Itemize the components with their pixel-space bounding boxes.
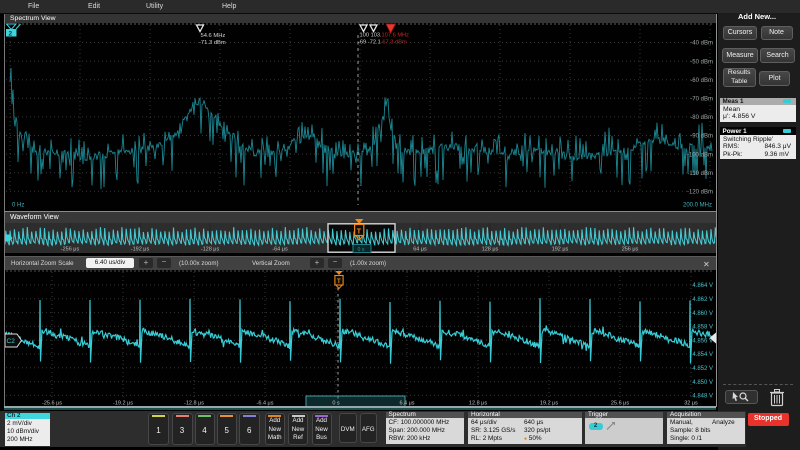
svg-text:0 Hz: 0 Hz <box>12 203 24 209</box>
svg-text:100 103.: 100 103. <box>360 33 383 39</box>
svg-text:-110 dBm: -110 dBm <box>687 171 713 177</box>
svg-text:-90 dBm: -90 dBm <box>690 134 713 140</box>
svg-text:-192 μs: -192 μs <box>131 246 150 252</box>
svg-text:C2: C2 <box>7 338 16 345</box>
svg-text:-40 dBm: -40 dBm <box>690 41 713 47</box>
svg-text:-67.3 dBm: -67.3 dBm <box>381 40 408 46</box>
svg-text:192 μs: 192 μs <box>552 246 569 252</box>
svg-text:4.852 V: 4.852 V <box>692 366 713 372</box>
svg-text:2: 2 <box>9 30 13 37</box>
svg-text:200.0 MHz: 200.0 MHz <box>683 203 712 209</box>
svg-text:-60 dBm: -60 dBm <box>690 78 713 84</box>
svg-text:-50 dBm: -50 dBm <box>690 59 713 65</box>
svg-text:T: T <box>357 228 362 235</box>
svg-text:-100 dBm: -100 dBm <box>687 152 713 158</box>
svg-text:107.6 MHz: 107.6 MHz <box>382 33 410 39</box>
svg-text:256 μs: 256 μs <box>622 246 639 252</box>
svg-text:4.862 V: 4.862 V <box>692 297 713 303</box>
svg-text:4.850 V: 4.850 V <box>692 380 713 386</box>
svg-text:-71.3 dBm: -71.3 dBm <box>199 40 226 46</box>
svg-text:-69 -72.1: -69 -72.1 <box>358 40 381 46</box>
svg-text:T: T <box>337 279 341 285</box>
svg-text:4.848 V: 4.848 V <box>692 394 713 400</box>
svg-text:0 s: 0 s <box>358 247 365 253</box>
svg-text:64 μs: 64 μs <box>413 246 427 252</box>
svg-text:-128 μs: -128 μs <box>201 246 220 252</box>
svg-text:4.854 V: 4.854 V <box>692 352 713 358</box>
svg-text:4.856 V: 4.856 V <box>692 338 713 344</box>
svg-text:-120 dBm: -120 dBm <box>687 190 713 196</box>
svg-text:128 μs: 128 μs <box>482 246 499 252</box>
svg-text:4.858 V: 4.858 V <box>692 325 713 331</box>
svg-text:-64 μs: -64 μs <box>272 246 288 252</box>
svg-text:54.6 MHz: 54.6 MHz <box>201 33 226 39</box>
svg-text:4.860 V: 4.860 V <box>692 311 713 317</box>
svg-text:-256 μs: -256 μs <box>61 246 80 252</box>
svg-text:-70 dBm: -70 dBm <box>690 97 713 103</box>
svg-text:4.864 V: 4.864 V <box>692 283 713 289</box>
svg-text:-80 dBm: -80 dBm <box>690 115 713 121</box>
